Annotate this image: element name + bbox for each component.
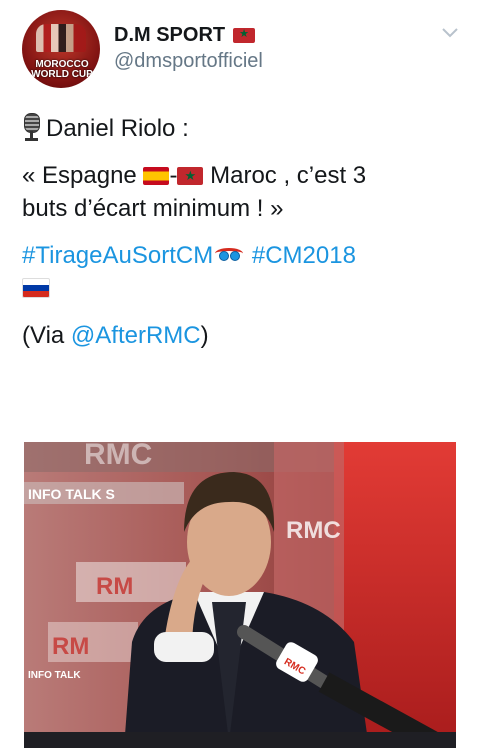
quote-dash: - — [169, 162, 178, 189]
world-cup-emoji-icon — [215, 248, 244, 262]
quote-end: buts d’écart minimum ! » — [22, 195, 284, 222]
quote-open: « Espagne — [22, 162, 137, 189]
via-line: (Via @AfterRMC) — [22, 319, 462, 352]
via-prefix: (Via — [22, 322, 71, 349]
studio-sign-1: RMC — [84, 442, 152, 471]
tweet-header: MOROCCO WORLD CUP D.M SPORT @dmsportoffi… — [22, 10, 462, 94]
hashtag-tirage[interactable]: #TirageAuSortCM — [22, 242, 213, 269]
microphone-icon — [22, 113, 40, 141]
avatar[interactable]: MOROCCO WORLD CUP — [22, 10, 100, 88]
hashtag-cm2018[interactable]: #CM2018 — [252, 242, 356, 269]
russia-flag-icon — [22, 278, 50, 298]
morocco-flag-icon — [233, 27, 256, 43]
user-handle[interactable]: @dmsportofficiel — [114, 50, 263, 73]
avatar-players-graphic — [36, 24, 86, 52]
name-row[interactable]: D.M SPORT — [114, 24, 256, 47]
tweet-photo[interactable]: INFO TALK S RMC RMC RM RM INFO TALK RMC — [24, 442, 456, 748]
chevron-down-icon[interactable] — [442, 22, 462, 42]
display-name[interactable]: D.M SPORT — [114, 24, 225, 47]
tweet-text: Daniel Riolo : « Espagne - Maroc , c’est… — [22, 112, 462, 352]
photo-illustration: INFO TALK S RMC RMC RM RM INFO TALK RMC — [24, 442, 456, 748]
studio-sign-5: RM — [52, 633, 89, 660]
tweet-intro-line: Daniel Riolo : — [22, 112, 462, 145]
via-link[interactable]: @AfterRMC — [71, 322, 201, 349]
studio-sign-2: INFO TALK S — [28, 486, 115, 502]
hashtag-line: #TirageAuSortCM #CM2018 — [22, 239, 462, 272]
studio-sign-6: INFO TALK — [28, 670, 81, 681]
studio-sign-3: RMC — [286, 517, 341, 544]
studio-sign-4: RM — [96, 573, 133, 600]
tweet-quote-line-1: « Espagne - Maroc , c’est 3 — [22, 159, 462, 192]
tweet-intro: Daniel Riolo : — [46, 115, 189, 142]
morocco-flag-icon — [177, 167, 204, 185]
via-suffix: ) — [200, 322, 209, 349]
spain-flag-icon — [143, 167, 170, 185]
quote-mid: Maroc , c’est 3 — [210, 162, 367, 189]
avatar-logo-text: MOROCCO WORLD CUP — [31, 59, 93, 80]
russia-flag-line — [22, 272, 462, 305]
